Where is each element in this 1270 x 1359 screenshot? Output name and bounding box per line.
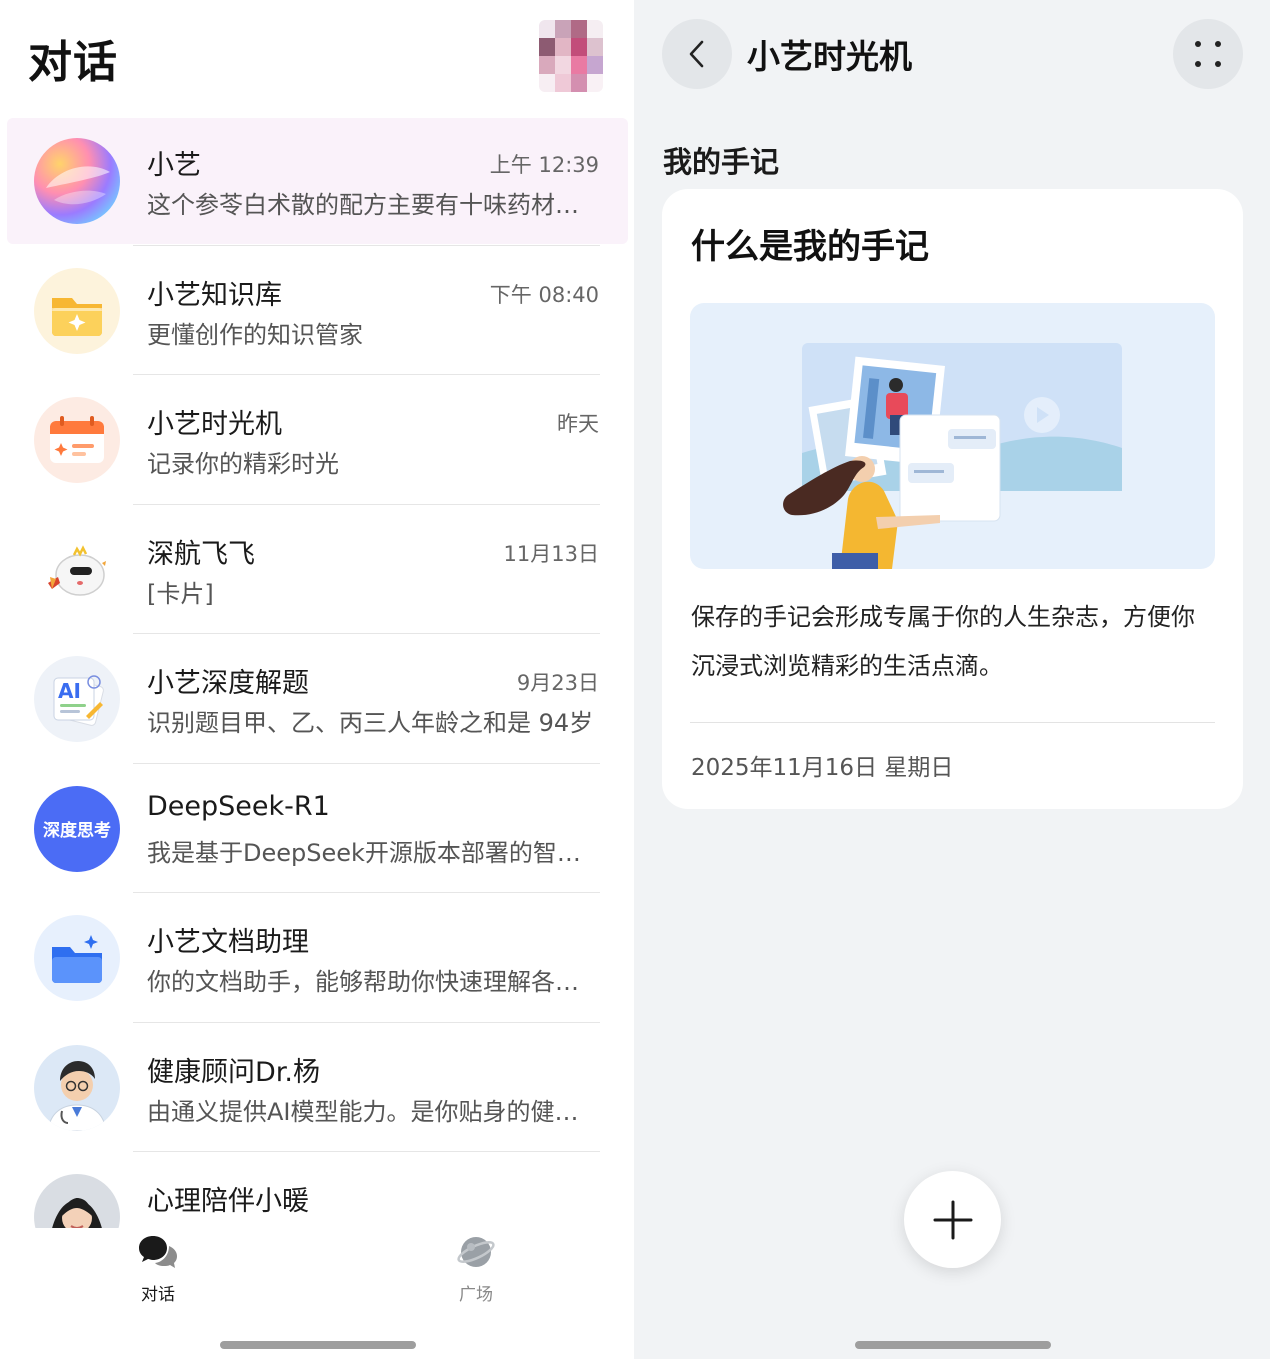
conversation-preview: 识别题目甲、乙、丙三人年龄之和是 94岁 (147, 709, 594, 737)
blue-folder-icon (34, 915, 120, 1001)
conversation-name: 心理陪伴小暖 (147, 1186, 309, 1217)
add-note-button[interactable] (904, 1171, 1001, 1268)
conversation-time: 下午 08:40 (489, 282, 599, 307)
conversation-row-doc-assistant[interactable]: 小艺文档助理 你的文档助手，能够帮助你快速理解各类文档 (0, 893, 634, 1023)
conversation-name: 小艺时光机 (147, 409, 282, 440)
mascot-icon (34, 526, 120, 613)
page-title: 对话 (28, 37, 118, 88)
conversation-row-time-machine[interactable]: 小艺时光机 昨天 记录你的精彩时光 (0, 375, 634, 505)
conversation-name: 小艺 (147, 150, 201, 181)
conversation-time: 上午 12:39 (489, 153, 599, 177)
conversation-name: 小艺文档助理 (147, 927, 309, 958)
conversation-preview: 你的文档助手，能够帮助你快速理解各类文档 (147, 968, 600, 996)
deep-think-badge: 深度思考 (34, 785, 120, 872)
conversation-time: 11月13日 (503, 541, 599, 566)
time-machine-pane: 小艺时光机 我的手记 什么是我的手记 保存的手记会形成专属于你的人生杂志，方便你… (634, 0, 1270, 1359)
chat-bubbles-icon (139, 1234, 177, 1270)
conversation-row-deep-solve[interactable]: AI 小艺深度解题 9月23日 识别题目甲、乙、丙三人年龄之和是 94岁 (0, 634, 634, 764)
section-heading: 我的手记 (663, 145, 780, 179)
home-indicator (855, 1341, 1051, 1349)
bottom-tab-bar: 对话 广场 (0, 1228, 634, 1359)
tab-label: 对话 (141, 1285, 175, 1305)
conversation-row-deepseek[interactable]: 深度思考 DeepSeek-R1 我是基于DeepSeek开源版本部署的智能助手 (0, 764, 634, 893)
conversation-name: 小艺深度解题 (147, 668, 309, 699)
page-title: 小艺时光机 (747, 37, 912, 76)
tab-label: 广场 (459, 1285, 493, 1305)
tab-chat[interactable]: 对话 (118, 1234, 198, 1305)
card-description: 保存的手记会形成专属于你的人生杂志，方便你沉浸式浏览精彩的生活点滴。 (691, 603, 1195, 680)
back-button[interactable] (662, 19, 732, 89)
conversation-time: 昨天 (557, 412, 599, 436)
planet-icon (457, 1234, 495, 1270)
card-divider (690, 722, 1215, 723)
home-indicator (220, 1341, 416, 1349)
notes-intro-card[interactable]: 什么是我的手记 保存的手记会形成专属于你的人生杂志，方便你沉浸式浏览精彩的生活点… (662, 189, 1243, 809)
notes-illustration (690, 303, 1215, 569)
conversation-row-health-advisor[interactable]: 健康顾问Dr.杨 由通义提供AI模型能力。是你贴身的健康顾问 (0, 1023, 634, 1152)
conversation-list-pane: 对话 小艺 上午 12:39 这个参苓白术散的配方主要有十味药材及其作用 (0, 0, 634, 1359)
conversation-row-shenhang-feifei[interactable]: 深航飞飞 11月13日 [卡片] (0, 505, 634, 634)
conversation-name: 深航飞飞 (147, 538, 255, 570)
card-title: 什么是我的手记 (691, 227, 929, 267)
doctor-avatar (34, 1044, 120, 1131)
conversation-row-companion[interactable]: 心理陪伴小暖 (0, 1152, 634, 1228)
conversation-name: 健康顾问Dr.杨 (147, 1056, 320, 1088)
plus-icon (933, 1200, 972, 1239)
conversation-list: 小艺 上午 12:39 这个参苓白术散的配方主要有十味药材及其作用 小艺知识库 … (0, 116, 634, 1228)
conversation-name: 小艺知识库 (147, 279, 282, 311)
woman-avatar (34, 1174, 120, 1228)
tab-square[interactable]: 广场 (436, 1234, 516, 1305)
conversation-preview: 更懂创作的知识管家 (147, 320, 363, 349)
xiaoyi-orb-icon (34, 138, 120, 224)
conversation-time: 9月23日 (516, 671, 599, 695)
conversation-preview: [卡片] (147, 579, 214, 608)
deep-think-badge-label: 深度思考 (43, 821, 111, 841)
card-date: 2025年11月16日 星期日 (691, 755, 954, 781)
conversation-row-knowledge-base[interactable]: 小艺知识库 下午 08:40 更懂创作的知识管家 (0, 246, 634, 375)
ai-notebook-icon: AI (34, 656, 120, 742)
user-avatar[interactable] (539, 20, 603, 92)
conversation-name: DeepSeek-R1 (147, 790, 330, 822)
more-options-button[interactable] (1173, 19, 1243, 89)
svg-text:AI: AI (58, 679, 81, 703)
conversation-preview: 这个参苓白术散的配方主要有十味药材及其作用 (147, 191, 600, 219)
calendar-icon (34, 397, 120, 483)
conversation-preview: 记录你的精彩时光 (147, 450, 339, 478)
conversation-preview: 我是基于DeepSeek开源版本部署的智能助手 (147, 838, 600, 867)
conversation-preview: 由通义提供AI模型能力。是你贴身的健康顾问 (147, 1097, 600, 1126)
folder-icon (34, 267, 120, 354)
chevron-left-icon (689, 40, 704, 68)
conversation-row-xiaoyi[interactable]: 小艺 上午 12:39 这个参苓白术散的配方主要有十味药材及其作用 (0, 116, 634, 246)
